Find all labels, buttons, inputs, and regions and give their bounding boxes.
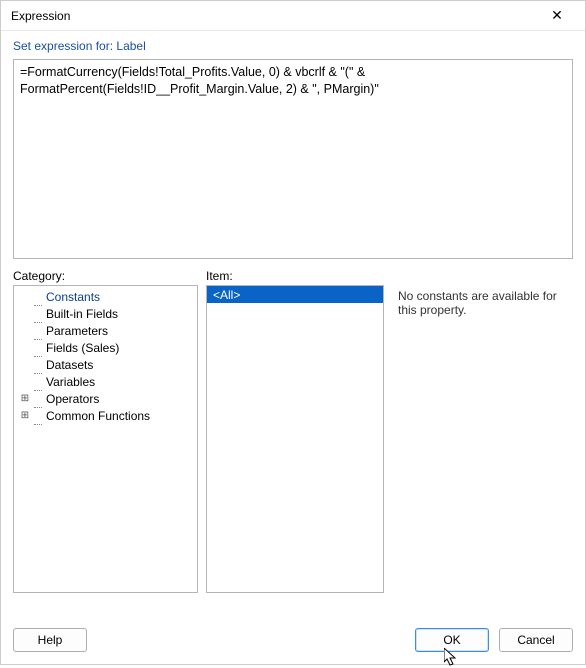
help-button[interactable]: Help: [13, 628, 87, 652]
category-item-label: Constants: [46, 290, 100, 304]
category-tree-item[interactable]: Fields (Sales): [18, 339, 197, 356]
expression-dialog: Expression ✕ Set expression for: Label C…: [0, 0, 586, 665]
category-item-label: Variables: [46, 375, 95, 389]
category-item-label: Operators: [46, 392, 99, 406]
category-tree[interactable]: Constants Built-in Fields Parameters Fields…: [14, 288, 197, 424]
prompt-target: Label: [116, 39, 145, 53]
category-tree-item[interactable]: Datasets: [18, 356, 197, 373]
window-title: Expression: [11, 9, 537, 23]
close-icon: ✕: [551, 7, 563, 24]
prompt-prefix: Set expression for:: [13, 39, 116, 53]
set-expression-prompt: Set expression for: Label: [13, 39, 573, 53]
category-tree-item[interactable]: Variables: [18, 373, 197, 390]
items-list-item[interactable]: <All>: [207, 286, 383, 303]
description-panel: No constants are available for this prop…: [392, 285, 573, 593]
panel-labels: Category: Item:: [13, 269, 573, 283]
item-label: Item:: [206, 269, 384, 283]
dialog-footer: Help OK Cancel: [1, 618, 585, 664]
tree-expand-icon[interactable]: ⊞: [18, 410, 32, 421]
category-tree-item[interactable]: ⊞ Common Functions: [18, 407, 197, 424]
cancel-button[interactable]: Cancel: [499, 628, 573, 652]
category-item-label: Parameters: [46, 324, 108, 338]
category-item-label: Built-in Fields: [46, 307, 118, 321]
items-list[interactable]: <All>: [207, 286, 383, 303]
description-text: No constants are available for this prop…: [398, 289, 557, 317]
category-item-label: Fields (Sales): [46, 341, 119, 355]
category-label: Category:: [13, 269, 198, 283]
expression-input[interactable]: [13, 59, 573, 259]
panels-row: Constants Built-in Fields Parameters Fields…: [13, 285, 573, 593]
items-panel: <All>: [206, 285, 384, 593]
close-button[interactable]: ✕: [537, 2, 577, 30]
category-tree-item[interactable]: Built-in Fields: [18, 305, 197, 322]
items-list-item-label: <All>: [213, 288, 240, 302]
category-panel: Constants Built-in Fields Parameters Fields…: [13, 285, 198, 593]
ok-button[interactable]: OK: [415, 628, 489, 652]
category-tree-item[interactable]: Parameters: [18, 322, 197, 339]
category-item-label: Common Functions: [46, 409, 150, 423]
category-tree-item[interactable]: ⊞ Operators: [18, 390, 197, 407]
category-tree-item[interactable]: Constants: [18, 288, 197, 305]
dialog-body: Set expression for: Label Category: Item…: [1, 31, 585, 618]
tree-expand-icon[interactable]: ⊞: [18, 393, 32, 404]
titlebar: Expression ✕: [1, 1, 585, 31]
category-item-label: Datasets: [46, 358, 93, 372]
